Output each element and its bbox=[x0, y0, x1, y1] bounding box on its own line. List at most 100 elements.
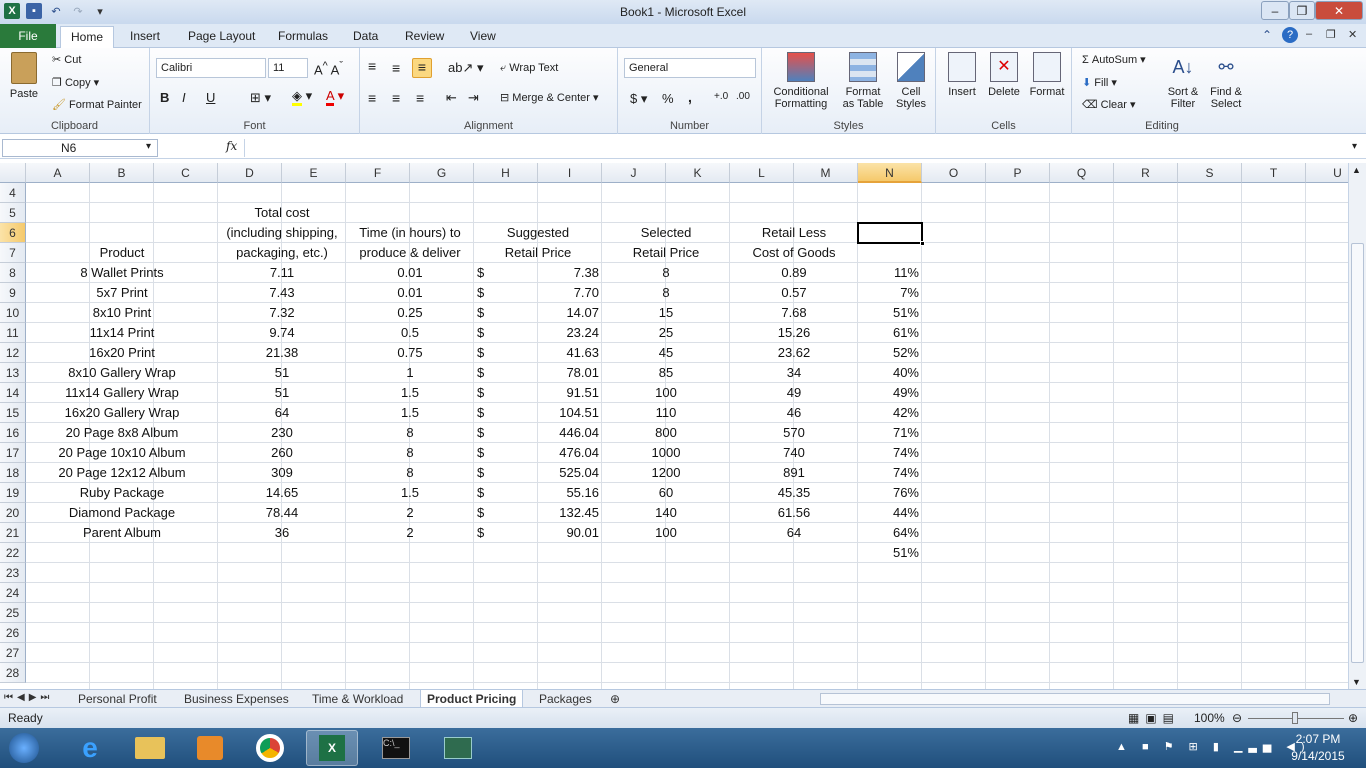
command-prompt-icon[interactable]: C:\_ bbox=[370, 730, 422, 766]
vertical-scrollbar[interactable]: ▲ ▼ bbox=[1348, 163, 1366, 689]
help-icon[interactable]: ? bbox=[1282, 27, 1298, 43]
margin-percent-cell[interactable]: 61% bbox=[858, 323, 922, 343]
font-name-combo[interactable]: Calibri bbox=[156, 58, 266, 78]
product-cell[interactable]: 8x10 Gallery Wrap bbox=[26, 363, 218, 383]
header-selected-retail[interactable]: Retail Price bbox=[602, 243, 730, 263]
row-header-6[interactable]: 6 bbox=[0, 223, 26, 243]
column-header-g[interactable]: G bbox=[410, 163, 474, 183]
retail-less-cell[interactable]: 0.89 bbox=[730, 263, 858, 283]
dollar-cell[interactable]: $ bbox=[474, 343, 538, 363]
product-cell[interactable]: 20 Page 8x8 Album bbox=[26, 423, 218, 443]
margin-percent-cell[interactable]: 7% bbox=[858, 283, 922, 303]
header-time[interactable]: Time (in hours) to bbox=[346, 223, 474, 243]
selected-price-cell[interactable]: 100 bbox=[602, 523, 730, 543]
column-header-r[interactable]: R bbox=[1114, 163, 1178, 183]
dollar-cell[interactable]: $ bbox=[474, 423, 538, 443]
cost-cell[interactable]: 309 bbox=[218, 463, 346, 483]
retail-less-cell[interactable]: 34 bbox=[730, 363, 858, 383]
column-header-o[interactable]: O bbox=[922, 163, 986, 183]
cost-cell[interactable]: 14.65 bbox=[218, 483, 346, 503]
wrap-text-button[interactable]: ⤶ Wrap Text bbox=[500, 62, 558, 75]
horizontal-scrollbar[interactable] bbox=[820, 693, 1330, 705]
sheet-nav-icons[interactable]: ⏮◀▶⏭ bbox=[4, 692, 53, 703]
name-box-dropdown-icon[interactable]: ▾ bbox=[146, 141, 151, 152]
sheet-tab-business-expenses[interactable]: Business Expenses bbox=[178, 690, 295, 708]
tab-file[interactable]: File bbox=[0, 24, 56, 48]
column-header-u[interactable]: U bbox=[1306, 163, 1348, 183]
selected-price-cell[interactable]: 1200 bbox=[602, 463, 730, 483]
retail-less-cell[interactable]: 64 bbox=[730, 523, 858, 543]
time-cell[interactable]: 2 bbox=[346, 523, 474, 543]
tab-data[interactable]: Data bbox=[343, 26, 388, 48]
worksheet-grid[interactable]: A B C D E F G H I J K L M N O P Q R S T U 4 5 6 7 8 9 10 11 12 13 14 15 1… bbox=[0, 163, 1348, 689]
row-header-5[interactable]: 5 bbox=[0, 203, 26, 223]
minimize-button[interactable]: – bbox=[1261, 1, 1289, 20]
product-cell[interactable]: 16x20 Gallery Wrap bbox=[26, 403, 218, 423]
header-total-cost[interactable]: Total cost bbox=[218, 203, 346, 223]
row-header-23[interactable]: 23 bbox=[0, 563, 26, 583]
column-header-c[interactable]: C bbox=[154, 163, 218, 183]
retail-less-cell[interactable]: 45.35 bbox=[730, 483, 858, 503]
column-header-a[interactable]: A bbox=[26, 163, 90, 183]
row-header-9[interactable]: 9 bbox=[0, 283, 26, 303]
column-header-t[interactable]: T bbox=[1242, 163, 1306, 183]
zoom-slider-thumb[interactable] bbox=[1292, 712, 1298, 724]
margin-percent-cell[interactable]: 71% bbox=[858, 423, 922, 443]
conditional-formatting-button[interactable]: Conditional Formatting bbox=[768, 52, 834, 110]
row-header-21[interactable]: 21 bbox=[0, 523, 26, 543]
product-cell[interactable]: Ruby Package bbox=[26, 483, 218, 503]
tab-home[interactable]: Home bbox=[60, 26, 115, 48]
restore-button[interactable]: ❐ bbox=[1289, 1, 1315, 20]
header-including-shipping[interactable]: (including shipping, bbox=[218, 223, 346, 243]
dollar-cell[interactable]: $ bbox=[474, 363, 538, 383]
row-header-18[interactable]: 18 bbox=[0, 463, 26, 483]
sheet-tab-personal-profit[interactable]: Personal Profit bbox=[72, 690, 163, 708]
close-button[interactable]: ✕ bbox=[1315, 1, 1363, 20]
suggested-price-cell[interactable]: 91.51 bbox=[538, 383, 602, 403]
dollar-cell[interactable]: $ bbox=[474, 403, 538, 423]
doc-close-icon[interactable]: ✕ bbox=[1348, 28, 1357, 41]
product-cell[interactable]: 11x14 Gallery Wrap bbox=[26, 383, 218, 403]
control-panel-icon[interactable] bbox=[432, 730, 484, 766]
time-cell[interactable]: 1 bbox=[346, 363, 474, 383]
retail-less-cell[interactable]: 46 bbox=[730, 403, 858, 423]
row-header-19[interactable]: 19 bbox=[0, 483, 26, 503]
row-header-8[interactable]: 8 bbox=[0, 263, 26, 283]
find-select-button[interactable]: ⚯ Find & Select bbox=[1204, 52, 1248, 110]
merge-center-button[interactable]: ⊟ Merge & Center ▾ bbox=[500, 91, 599, 104]
retail-less-cell[interactable]: 740 bbox=[730, 443, 858, 463]
underline-button[interactable]: U bbox=[206, 90, 215, 105]
selected-price-cell[interactable]: 800 bbox=[602, 423, 730, 443]
cost-cell[interactable]: 9.74 bbox=[218, 323, 346, 343]
retail-less-cell[interactable]: 15.26 bbox=[730, 323, 858, 343]
scroll-up-icon[interactable]: ▲ bbox=[1352, 165, 1361, 175]
column-header-n[interactable]: N bbox=[858, 163, 922, 183]
copy-button[interactable]: ❐ Copy ▾ bbox=[52, 76, 99, 89]
time-cell[interactable]: 0.01 bbox=[346, 263, 474, 283]
tab-review[interactable]: Review bbox=[395, 26, 454, 48]
cost-cell[interactable]: 21.38 bbox=[218, 343, 346, 363]
file-explorer-icon[interactable] bbox=[124, 730, 176, 766]
bold-button[interactable]: B bbox=[160, 90, 169, 105]
sheet-tab-product-pricing[interactable]: Product Pricing bbox=[420, 690, 524, 708]
header-product[interactable]: Product bbox=[90, 243, 154, 263]
sheet-tab-packages[interactable]: Packages bbox=[533, 690, 598, 708]
margin-percent-cell[interactable]: 40% bbox=[858, 363, 922, 383]
scroll-thumb[interactable] bbox=[1351, 243, 1364, 663]
fill-handle[interactable] bbox=[920, 241, 925, 246]
selected-price-cell[interactable]: 1000 bbox=[602, 443, 730, 463]
column-header-h[interactable]: H bbox=[474, 163, 538, 183]
product-cell[interactable]: 16x20 Print bbox=[26, 343, 218, 363]
dollar-cell[interactable]: $ bbox=[474, 503, 538, 523]
product-cell[interactable]: 8 Wallet Prints bbox=[26, 263, 218, 283]
suggested-price-cell[interactable]: 41.63 bbox=[538, 343, 602, 363]
selected-price-cell[interactable]: 25 bbox=[602, 323, 730, 343]
delete-button[interactable]: ✕ Delete bbox=[984, 52, 1024, 98]
selected-price-cell[interactable]: 110 bbox=[602, 403, 730, 423]
clear-button[interactable]: ⌫ Clear ▾ bbox=[1082, 98, 1136, 111]
cost-cell[interactable]: 260 bbox=[218, 443, 346, 463]
suggested-price-cell[interactable]: 78.01 bbox=[538, 363, 602, 383]
align-top-icon[interactable]: ≡ bbox=[368, 58, 376, 74]
formula-input[interactable] bbox=[244, 139, 1346, 157]
margin-percent-cell[interactable]: 76% bbox=[858, 483, 922, 503]
